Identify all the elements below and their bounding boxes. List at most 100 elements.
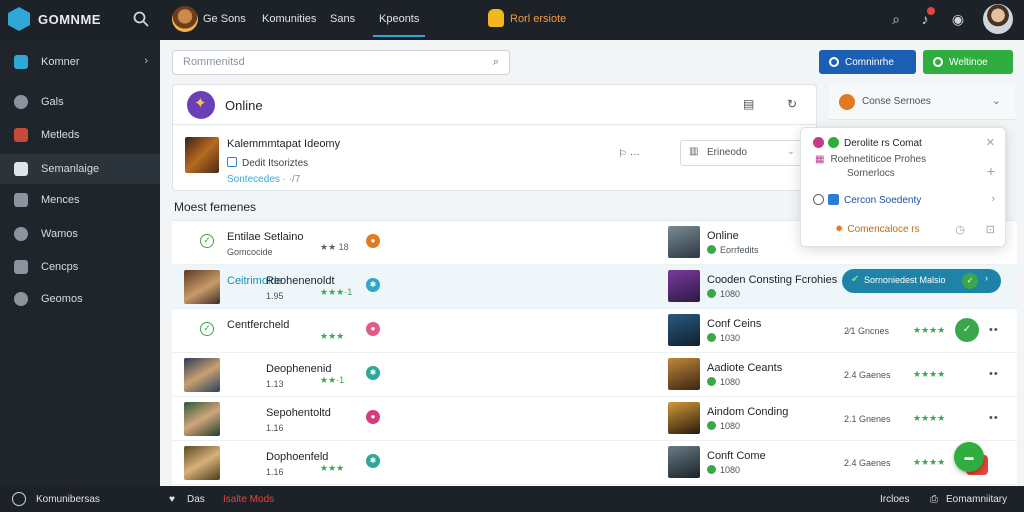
status-icon: ● (366, 410, 380, 424)
avatar[interactable] (668, 358, 700, 390)
row-meta: 1.13 (266, 379, 284, 389)
more-icon[interactable]: •• (989, 412, 999, 424)
go-button[interactable]: ✓ (955, 318, 979, 342)
online-panel: Online ▤ ↻ Kalemmmtapat Ideomy Dedit Its… (172, 84, 817, 191)
avatar[interactable] (668, 402, 700, 434)
popup-row-4[interactable]: ✸ Comencaloce rs (835, 224, 920, 235)
game-avatar[interactable] (172, 6, 198, 32)
footer-alert[interactable]: Isalte Mods (223, 494, 274, 505)
status-icon: ✱ (366, 366, 380, 380)
playlist-link[interactable]: Sontecedes · ·/7 (227, 174, 300, 185)
row-right-name: Conft Come (707, 450, 766, 462)
status-icon: ✱ (366, 278, 380, 292)
search-icon[interactable]: ⌕ (493, 56, 499, 69)
secondary-button[interactable]: Weltinoe (923, 50, 1013, 74)
avatar[interactable] (668, 270, 700, 302)
nav-item-reports[interactable]: Kpeonts (373, 13, 426, 37)
avatar[interactable] (184, 402, 220, 436)
check-icon[interactable]: ✓ (200, 322, 214, 336)
active-pill-button[interactable]: Sornoniedest Malsio ✓ › (842, 269, 1001, 293)
clock-icon[interactable]: ◷ (955, 223, 965, 236)
table-row[interactable]: Dophoenfeld 1.16 ★★★ ✱ Conft Come 1080 2… (172, 441, 1017, 485)
row-right-meta: 1080 (707, 289, 740, 299)
playlist-link-text[interactable]: Sontecedes (227, 174, 280, 185)
profile-icon[interactable] (12, 492, 26, 506)
nav-item-sans[interactable]: Sans (330, 13, 355, 25)
playlist-title[interactable]: Kalemmmtapat Ideomy (227, 138, 340, 150)
sidebar-item-messages[interactable]: Metleds (0, 120, 160, 150)
search-input[interactable]: Rommenitsd ⌕ (172, 50, 510, 75)
notice-label[interactable]: Rorl ersiote (510, 13, 566, 25)
sidebar-item-label: Mences (41, 194, 80, 206)
popup-row-2[interactable]: ▦ Roehnetiticoe Prohes (815, 154, 926, 165)
avatar[interactable] (184, 358, 220, 392)
filter-label: Erineodo (707, 147, 748, 158)
collapse-icon[interactable]: ⌄ (992, 94, 1001, 107)
playlist-thumbnail[interactable] (185, 137, 219, 173)
options-icon[interactable]: ⊡ (986, 223, 995, 236)
settings-icon[interactable]: ◉ (949, 10, 967, 28)
table-row[interactable]: ✓ Centfercheld ★★★ ● Conf Ceins 1030 2⁄1… (172, 309, 1017, 353)
avatar[interactable] (668, 226, 700, 258)
avatar[interactable] (668, 314, 700, 346)
filter-select[interactable]: ▥ Erineodo ⌄ (680, 140, 802, 166)
avatar[interactable] (184, 270, 220, 304)
chevron-right-icon[interactable]: › (985, 273, 988, 283)
panel-title: Online (225, 98, 263, 113)
heart-icon[interactable]: ♥ (169, 494, 175, 505)
popup-row-3[interactable]: Cercon Soedenty (813, 194, 921, 206)
search-icon[interactable] (132, 10, 150, 28)
sidebar-item-home[interactable]: Komner › (0, 47, 160, 77)
avatar[interactable] (668, 446, 700, 478)
avatar[interactable] (184, 446, 220, 480)
footer-left[interactable]: Komunibersas (36, 494, 100, 505)
app-title[interactable]: GOMNME (38, 12, 101, 27)
top-bar: GOMNME Ge Sons Komunities Sans Kpeonts R… (0, 0, 1024, 40)
table-row[interactable]: Sepohentoltd 1.16 ● Aindom Conding 1080 … (172, 397, 1017, 441)
nav-item-games[interactable]: Ge Sons (203, 13, 246, 25)
list-view-icon[interactable]: ▤ (743, 97, 754, 111)
footer-right-2[interactable]: Eomamniitary (946, 494, 1007, 505)
search-icon[interactable]: ⌕ (887, 10, 905, 28)
row-stars-value: ★★ (320, 242, 337, 252)
primary-button[interactable]: Comninrhe (819, 50, 916, 74)
row-stars: ★★·1 (320, 375, 345, 385)
home-icon (14, 55, 28, 69)
refresh-icon[interactable]: ↻ (787, 97, 797, 111)
playlist-subtitle: Dedit Itsoriztes (227, 157, 308, 169)
more-icon[interactable]: •• (989, 368, 999, 380)
check-icon[interactable]: ✓ (200, 234, 214, 248)
close-icon[interactable]: ✕ (986, 136, 995, 149)
footer-mid[interactable]: Das (187, 494, 205, 505)
nav-item-communities[interactable]: Komunities (262, 13, 316, 25)
notification-bell-icon[interactable] (488, 9, 504, 27)
popup-row-1[interactable]: Derolite rs Comat (813, 137, 922, 149)
sidebar-item-cloud[interactable]: Geomos (0, 284, 160, 314)
printer-icon[interactable]: ⎙ (930, 494, 938, 505)
side-header: Conse Sernoes ⌄ (829, 84, 1015, 120)
chevron-right-icon[interactable]: › (991, 193, 995, 205)
logo-icon[interactable] (8, 7, 30, 31)
avatar-icon (813, 137, 824, 148)
table-row[interactable]: Deophenenid 1.13 ★★·1 ✱ Aadiote Ceants 1… (172, 353, 1017, 397)
footer-right-1[interactable]: Ircloes (880, 494, 909, 505)
sidebar-item-gallery[interactable]: Cencps (0, 252, 160, 282)
check-icon[interactable]: ✓ (962, 273, 978, 289)
row-name: Entilae Setlaino (227, 231, 304, 243)
chat-fab-button[interactable]: ▬ (954, 442, 984, 472)
table-row[interactable]: Ceitrimoide Reohenenoldt 1.95 ★★★·1 ✱ Co… (172, 265, 1017, 309)
chevron-right-icon: › (144, 55, 148, 67)
sidebar-item-menus[interactable]: Mences (0, 185, 160, 215)
notification-badge (927, 7, 935, 15)
add-icon[interactable]: + (987, 163, 995, 179)
sidebar-item-favorites[interactable]: Wamos (0, 219, 160, 249)
side-header-title: Conse Sernoes (862, 96, 931, 107)
row-right-stars: ★★★★ (913, 413, 946, 423)
section-heading: Moest femenes (174, 200, 257, 214)
row-right-count: 2⁄1 Gncnes (844, 326, 890, 336)
sidebar-item-active[interactable]: Semanlaige (0, 154, 160, 184)
sidebar-item-goals[interactable]: Gals (0, 87, 160, 117)
sidebar: Komner › Gals Metleds Semanlaige Mences W… (0, 40, 160, 486)
user-avatar[interactable] (983, 4, 1013, 34)
more-icon[interactable]: •• (989, 324, 999, 336)
